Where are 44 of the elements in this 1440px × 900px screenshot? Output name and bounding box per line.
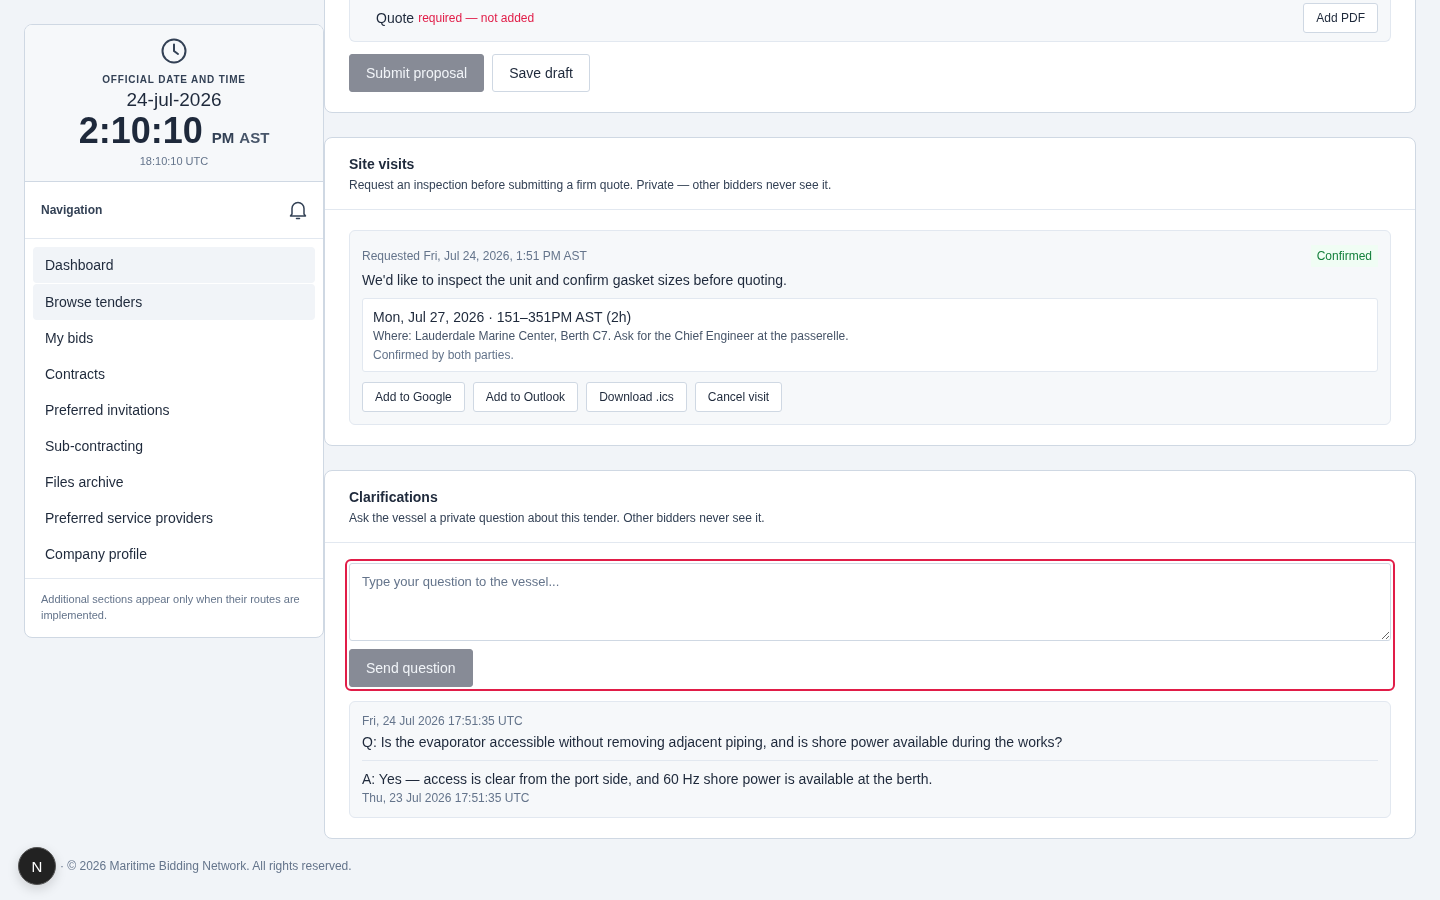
request-time: Requested Fri, Jul 24, 2026, 1:51 PM AST	[362, 249, 587, 263]
save-draft-button[interactable]: Save draft	[492, 54, 590, 92]
answer-text: A: Yes — access is clear from the port side, and 60 Hz shore power is available at the berth.	[362, 771, 934, 787]
clock-label: OFFICIAL DATE AND TIME	[102, 74, 246, 85]
section-title: Site visits	[349, 156, 416, 172]
nav-item[interactable]: Preferred invitations	[33, 392, 315, 428]
footer-text: · © 2026 Maritime Bidding Network. All rights reserved.	[60, 859, 352, 873]
bell-icon[interactable]	[289, 200, 307, 220]
nav-item[interactable]: Browse tenders	[33, 284, 315, 320]
app-badge[interactable]: N	[18, 847, 56, 885]
section-subtitle: Request an inspection before submitting a firm quote. Private — other bidders never see it.	[349, 178, 833, 192]
nav-item[interactable]: Contracts	[33, 356, 315, 392]
nav-item[interactable]: Preferred service providers	[33, 500, 315, 536]
clock-utc: 18:10:10 UTC	[139, 155, 209, 167]
nav-item[interactable]: Dashboard	[33, 247, 315, 283]
visit-message: We'd like to inspect the unit and confirm gasket sizes before quoting.	[362, 272, 788, 288]
visit-action-button[interactable]: Cancel visit	[694, 382, 783, 412]
quote-status: required — not added	[418, 11, 535, 25]
nav-item[interactable]: My bids	[33, 320, 315, 356]
clock-time: 2:10:10	[78, 111, 203, 151]
visit-action-button[interactable]: Add to Google	[362, 382, 465, 412]
nav-item[interactable]: Sub-contracting	[33, 428, 315, 464]
slot-time: Mon, Jul 27, 2026 · 151–351PM AST (2h)	[373, 309, 633, 325]
section-title: Clarifications	[349, 489, 439, 505]
navigation-title: Navigation	[41, 203, 103, 217]
section-subtitle: Ask the vessel a private question about this tender. Other bidders never see it.	[349, 511, 766, 525]
question-time: Fri, 24 Jul 2026 17:51:35 UTC	[362, 714, 524, 728]
clock-date: 24-jul-2026	[126, 89, 222, 111]
nav-item[interactable]: Files archive	[33, 464, 315, 500]
slot-confirmation: Confirmed by both parties.	[373, 348, 515, 362]
status-badge: Confirmed	[1310, 245, 1378, 267]
navigation-note: Additional sections appear only when their routes are implemented.	[40, 592, 301, 623]
clock-meridiem: PM	[211, 129, 235, 146]
answer-time: Thu, 23 Jul 2026 17:51:35 UTC	[362, 791, 531, 805]
question-field[interactable]: Type your question to the vessel...	[349, 563, 1391, 641]
slot-location: Where: Lauderdale Marine Center, Berth C7. Ask for the Chief Engineer at the passerelle.	[373, 329, 850, 343]
add-pdf-button[interactable]: Add PDF	[1303, 3, 1378, 33]
visit-action-button[interactable]: Add to Outlook	[472, 382, 579, 412]
clock-zone: AST	[239, 129, 270, 146]
quote-label: Quote	[376, 10, 415, 26]
visit-action-button[interactable]: Download .ics	[586, 382, 687, 412]
nav-item[interactable]: Company profile	[33, 536, 315, 572]
question-text: Q: Is the evaporator accessible without removing adjacent piping, and is shore power available during the works?	[362, 734, 1378, 761]
clock-icon	[161, 38, 187, 64]
